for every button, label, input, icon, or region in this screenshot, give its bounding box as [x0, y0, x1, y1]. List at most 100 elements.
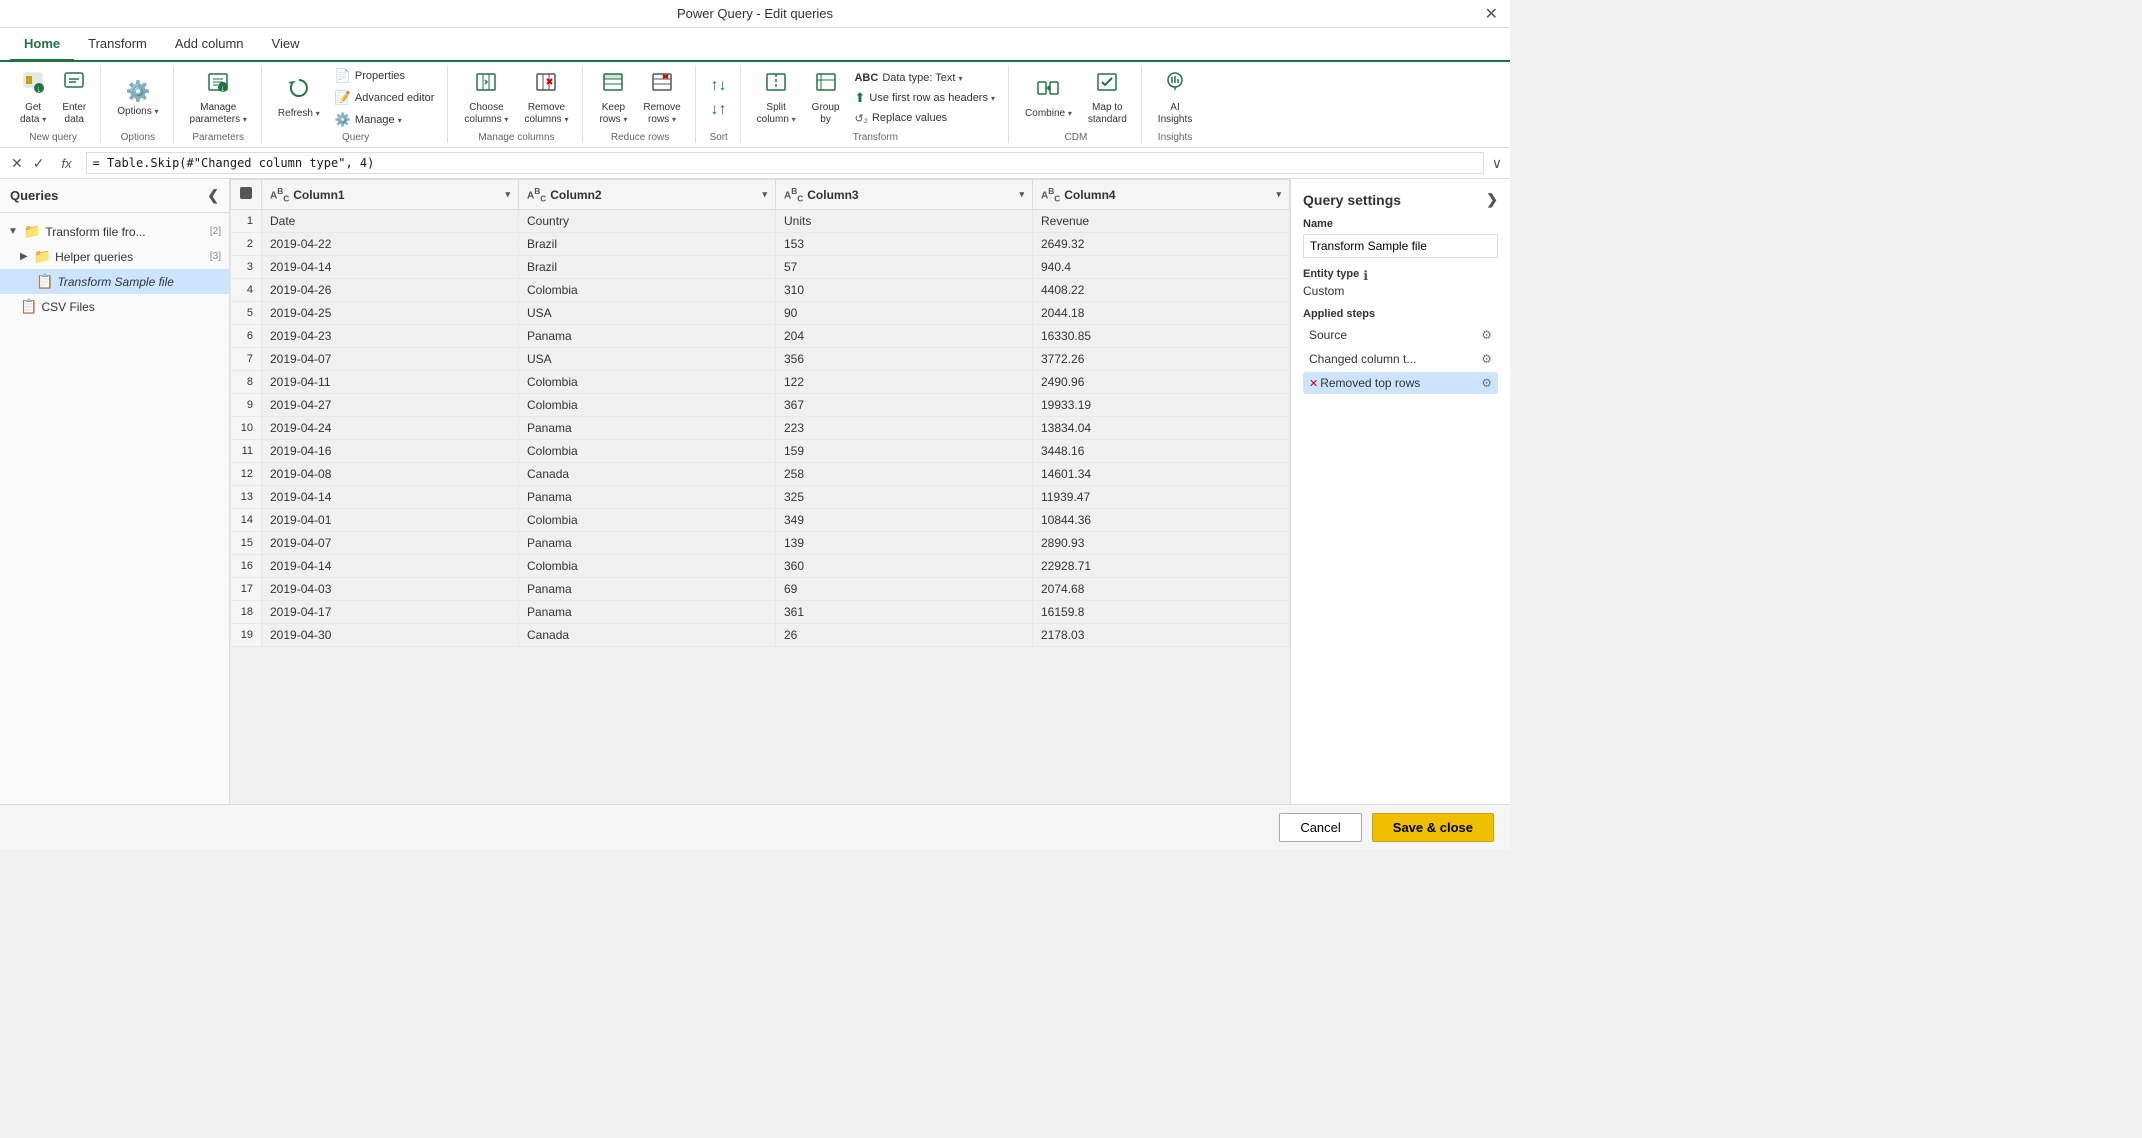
col-header-1[interactable]: ABC Column1 ▾ [262, 180, 519, 210]
map-to-standard-button[interactable]: Map tostandard [1082, 67, 1133, 129]
formula-input[interactable] [86, 152, 1484, 174]
manage-params-label: Manageparameters ▾ [190, 102, 247, 126]
table-row[interactable]: 16 2019-04-14 Colombia 360 22928.71 [231, 555, 1290, 578]
save-close-button[interactable]: Save & close [1372, 813, 1494, 842]
sort-asc-button[interactable]: ↑↓ [706, 75, 732, 97]
helper-queries-folder-icon: 📁 [34, 248, 51, 265]
keep-rows-button[interactable]: Keeprows ▾ [593, 67, 633, 129]
col4-name: Column4 [1064, 188, 1272, 202]
remove-rows-button[interactable]: Removerows ▾ [637, 67, 686, 129]
get-data-button[interactable]: ↓ Getdata ▾ [14, 67, 52, 129]
step-source-gear-icon[interactable]: ⚙ [1481, 328, 1492, 342]
group-by-button[interactable]: Groupby [806, 67, 846, 129]
formula-confirm-button[interactable]: ✓ [30, 153, 48, 174]
advanced-editor-button[interactable]: 📝 Advanced editor [330, 88, 440, 108]
table-row[interactable]: 13 2019-04-14 Panama 325 11939.47 [231, 486, 1290, 509]
table-row[interactable]: 4 2019-04-26 Colombia 310 4408.22 [231, 279, 1290, 302]
sort-desc-button[interactable]: ↓↑ [706, 99, 732, 121]
table-row[interactable]: 11 2019-04-16 Colombia 159 3448.16 [231, 440, 1290, 463]
ribbon-group-reduce-rows: Keeprows ▾ Removerows ▾ Reduce rows [585, 66, 695, 143]
col-header-3[interactable]: ABC Column3 ▾ [776, 180, 1033, 210]
svg-text:↓: ↓ [37, 84, 42, 94]
remove-rows-label: Removerows ▾ [643, 102, 680, 126]
table-row[interactable]: 12 2019-04-08 Canada 258 14601.34 [231, 463, 1290, 486]
table-row[interactable]: 8 2019-04-11 Colombia 122 2490.96 [231, 371, 1290, 394]
qs-name-input[interactable] [1303, 234, 1498, 258]
replace-values-button[interactable]: ↺₂ Replace values [849, 110, 1000, 127]
col2-dropdown-icon[interactable]: ▾ [762, 189, 767, 200]
col3-dropdown-icon[interactable]: ▾ [1019, 189, 1024, 200]
table-row[interactable]: 10 2019-04-24 Panama 223 13834.04 [231, 417, 1290, 440]
table-row[interactable]: 18 2019-04-17 Panama 361 16159.8 [231, 601, 1290, 624]
table-row[interactable]: 14 2019-04-01 Colombia 349 10844.36 [231, 509, 1290, 532]
data-table-container[interactable]: ABC Column1 ▾ ABC Column2 ▾ [230, 179, 1290, 804]
remove-columns-button[interactable]: Removecolumns ▾ [518, 67, 574, 129]
table-row[interactable]: 3 2019-04-14 Brazil 57 940.4 [231, 256, 1290, 279]
sidebar-item-transform-file-from[interactable]: ▼ 📁 Transform file fro... [2] [0, 219, 229, 244]
cell-col2: Panama [519, 601, 776, 624]
sidebar-header: Queries ❮ [0, 179, 229, 213]
step-source[interactable]: Source ⚙ [1303, 324, 1498, 346]
manage-parameters-button[interactable]: ↓ Manageparameters ▾ [184, 67, 253, 129]
col3-type-icon: ABC [784, 186, 803, 203]
table-row[interactable]: 15 2019-04-07 Panama 139 2890.93 [231, 532, 1290, 555]
formula-cancel-button[interactable]: ✕ [8, 153, 26, 174]
step-changed-col-gear-icon[interactable]: ⚙ [1481, 352, 1492, 366]
properties-button[interactable]: 📄 Properties [330, 66, 440, 86]
table-row[interactable]: 17 2019-04-03 Panama 69 2074.68 [231, 578, 1290, 601]
table-row[interactable]: 2 2019-04-22 Brazil 153 2649.32 [231, 233, 1290, 256]
table-row[interactable]: 5 2019-04-25 USA 90 2044.18 [231, 302, 1290, 325]
reduce-rows-group-label: Reduce rows [611, 132, 669, 143]
data-type-label: Data type: Text ▾ [882, 72, 962, 84]
query-settings-header: Query settings ❯ [1303, 191, 1498, 208]
refresh-label: Refresh ▾ [278, 108, 320, 120]
ai-insights-button[interactable]: AIInsights [1152, 67, 1198, 129]
sidebar-item-csv-files[interactable]: 📋 CSV Files [0, 294, 229, 319]
table-row[interactable]: 6 2019-04-23 Panama 204 16330.85 [231, 325, 1290, 348]
table-row[interactable]: 7 2019-04-07 USA 356 3772.26 [231, 348, 1290, 371]
ribbon-group-cdm: Combine ▾ Map tostandard CDM [1011, 66, 1142, 143]
row-num: 16 [231, 555, 262, 578]
col4-dropdown-icon[interactable]: ▾ [1276, 189, 1281, 200]
refresh-button[interactable]: Refresh ▾ [272, 73, 326, 123]
sidebar-item-transform-sample-file[interactable]: 📋 Transform Sample file [0, 269, 229, 294]
use-first-row-button[interactable]: ⬆ Use first row as headers ▾ [849, 88, 1000, 108]
manage-button[interactable]: ⚙️ Manage ▾ [330, 110, 440, 130]
choose-columns-button[interactable]: Choosecolumns ▾ [458, 67, 514, 129]
table-row[interactable]: 9 2019-04-27 Colombia 367 19933.19 [231, 394, 1290, 417]
step-removed-label: Removed top rows [1320, 376, 1481, 390]
cell-col2: Country [519, 210, 776, 233]
entity-type-info-icon[interactable]: ℹ [1363, 268, 1368, 284]
cancel-button[interactable]: Cancel [1279, 813, 1361, 842]
keep-rows-icon [601, 70, 625, 100]
tab-transform[interactable]: Transform [74, 28, 161, 62]
options-label: Options ▾ [117, 106, 158, 118]
step-changed-col-type[interactable]: Changed column t... ⚙ [1303, 348, 1498, 370]
query-settings-expand-button[interactable]: ❯ [1486, 191, 1498, 208]
close-button[interactable]: ✕ [1485, 4, 1498, 24]
tab-add-column[interactable]: Add column [161, 28, 258, 62]
tab-view[interactable]: View [258, 28, 314, 62]
col-header-4[interactable]: ABC Column4 ▾ [1033, 180, 1290, 210]
formula-expand-button[interactable]: ∨ [1492, 155, 1502, 172]
table-row[interactable]: 1 Date Country Units Revenue [231, 210, 1290, 233]
step-removed-x-icon[interactable]: ✕ [1309, 377, 1318, 390]
sidebar-tree: ▼ 📁 Transform file fro... [2] ▶ 📁 Helper… [0, 213, 229, 804]
col-header-2[interactable]: ABC Column2 ▾ [519, 180, 776, 210]
combine-button[interactable]: Combine ▾ [1019, 73, 1078, 123]
tab-home[interactable]: Home [10, 28, 74, 62]
transform-file-folder-icon: 📁 [24, 223, 41, 240]
enter-data-button[interactable]: Enterdata [56, 67, 92, 129]
ai-insights-icon [1163, 70, 1187, 100]
data-type-button[interactable]: ABC Data type: Text ▾ [849, 70, 1000, 86]
step-removed-top-rows[interactable]: ✕ Removed top rows ⚙ [1303, 372, 1498, 394]
options-button[interactable]: ⚙️ Options ▾ [111, 76, 164, 121]
table-row[interactable]: 19 2019-04-30 Canada 26 2178.03 [231, 624, 1290, 647]
sidebar-toggle-button[interactable]: ❮ [207, 187, 219, 204]
refresh-icon [287, 76, 311, 106]
split-column-button[interactable]: Splitcolumn ▾ [751, 67, 802, 129]
cell-col3: 361 [776, 601, 1033, 624]
step-removed-gear-icon[interactable]: ⚙ [1481, 376, 1492, 390]
sidebar-item-helper-queries[interactable]: ▶ 📁 Helper queries [3] [0, 244, 229, 269]
col1-dropdown-icon[interactable]: ▾ [505, 189, 510, 200]
